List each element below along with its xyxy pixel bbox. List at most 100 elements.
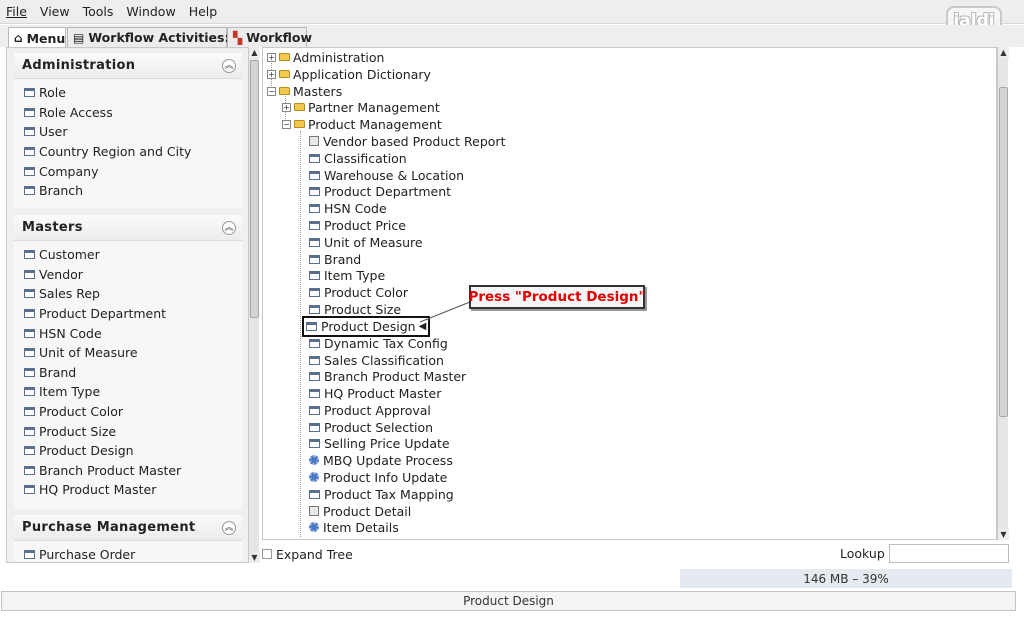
window-icon (24, 250, 35, 260)
tab-menu[interactable]: ⌂ Menu (8, 27, 66, 48)
menu-tools[interactable]: Tools (83, 4, 114, 19)
collapse-icon[interactable]: ︽ (222, 220, 236, 235)
tree-node-product-selection[interactable]: Product Selection (309, 419, 433, 436)
tree-node-brand[interactable]: Brand (309, 251, 361, 268)
tab-workflow-activities[interactable]: ▤ Workflow Activities: 0 (67, 27, 243, 47)
process-icon (309, 472, 319, 483)
tab-workflow[interactable]: ▚ Workflow (227, 27, 312, 47)
sidebar-scrollbar[interactable]: ▲ ▼ (248, 47, 260, 563)
tree-node-product-approval[interactable]: Product Approval (309, 402, 431, 419)
tree-node-warehouse-location[interactable]: Warehouse & Location (309, 167, 464, 184)
sidebar-item-hq-product-master[interactable]: HQ Product Master (14, 480, 242, 500)
tree-node-dynamic-tax-config[interactable]: Dynamic Tax Config (309, 335, 448, 352)
window-icon (24, 186, 35, 196)
collapse-icon[interactable]: ︽ (222, 520, 236, 535)
tree-node-administration[interactable]: + Administration (267, 49, 384, 66)
menu-help[interactable]: Help (189, 4, 218, 19)
tree-node-label: Warehouse & Location (324, 167, 465, 183)
sidebar-item-brand[interactable]: Brand (14, 363, 242, 383)
tree-node-product-design[interactable]: Product Design ◀ (301, 316, 431, 337)
tree-node-label: Product Design (321, 318, 416, 334)
tree-node-selling-price-update[interactable]: Selling Price Update (309, 435, 450, 452)
section-body: Purchase Order (14, 541, 242, 562)
sidebar-item-branch-product-master[interactable]: Branch Product Master (14, 461, 242, 481)
tree-node-product-tax-mapping[interactable]: Product Tax Mapping (309, 486, 454, 503)
section-title: Administration (22, 58, 136, 73)
section-header[interactable]: Administration ︽ (14, 53, 242, 79)
tree-node-product-detail[interactable]: Product Detail (309, 503, 411, 520)
scroll-up-icon[interactable]: ▲ (249, 47, 260, 58)
sidebar-item-label: HQ Product Master (39, 482, 157, 498)
menu-window[interactable]: Window (126, 4, 175, 19)
tree-node-product-management[interactable]: − Product Management (282, 116, 442, 133)
section-header[interactable]: Purchase Management ︽ (14, 515, 242, 541)
tree-node-classification[interactable]: Classification (309, 150, 407, 167)
menu-view[interactable]: View (40, 4, 70, 19)
memory-indicator[interactable]: 146 MB – 39% (680, 569, 1012, 588)
window-icon (24, 289, 35, 299)
tree-node-product-size[interactable]: Product Size (309, 301, 401, 318)
tree-node-unit-of-measure[interactable]: Unit of Measure (309, 234, 423, 251)
sidebar-item-country-region-city[interactable]: Country Region and City (14, 142, 242, 162)
sidebar-item-sales-rep[interactable]: Sales Rep (14, 284, 242, 304)
sidebar-item-hsn-code[interactable]: HSN Code (14, 323, 242, 343)
expand-icon[interactable]: + (267, 69, 276, 79)
scroll-down-icon[interactable]: ▼ (998, 529, 1009, 540)
process-icon (309, 522, 319, 533)
tree-node-product-department[interactable]: Product Department (309, 183, 451, 200)
tree-node-hsn-code[interactable]: HSN Code (309, 200, 387, 217)
sidebar-item-label: Sales Rep (39, 286, 100, 302)
sidebar-item-branch[interactable]: Branch (14, 181, 242, 201)
window-icon (309, 304, 320, 314)
tree-node-mbq-update-process[interactable]: MBQ Update Process (309, 452, 453, 469)
tree-node-label: HSN Code (324, 200, 387, 216)
sidebar-item-user[interactable]: User (14, 122, 242, 142)
expand-icon[interactable]: + (267, 52, 276, 62)
sidebar-item-customer[interactable]: Customer (14, 245, 242, 265)
tree-node-masters[interactable]: − Masters (267, 83, 342, 100)
sidebar-item-purchase-order[interactable]: Purchase Order (14, 545, 242, 562)
sidebar-item-role-access[interactable]: Role Access (14, 103, 242, 123)
tree-node-application-dictionary[interactable]: + Application Dictionary (267, 66, 431, 83)
tree-scrollbar[interactable]: ▲ ▼ (997, 47, 1009, 540)
scrollbar-thumb[interactable] (250, 60, 259, 318)
collapse-tree-icon[interactable]: − (267, 86, 276, 96)
menu-file[interactable]: File (6, 4, 27, 19)
tree-node-vendor-based-product-report[interactable]: Vendor based Product Report (309, 133, 505, 150)
expand-icon[interactable]: + (282, 102, 291, 112)
expand-tree-label[interactable]: Expand Tree (276, 547, 353, 562)
sidebar-item-product-department[interactable]: Product Department (14, 304, 242, 324)
tree-node-product-info-update[interactable]: Product Info Update (309, 469, 447, 486)
window-icon (309, 287, 320, 297)
sidebar-item-vendor[interactable]: Vendor (14, 265, 242, 285)
sidebar-item-label: Item Type (39, 384, 101, 400)
tree-node-item-details[interactable]: Item Details (309, 519, 399, 536)
tree-node-branch-product-master[interactable]: Branch Product Master (309, 368, 466, 385)
collapse-icon[interactable]: ︽ (222, 58, 236, 73)
tree-node-sales-classification[interactable]: Sales Classification (309, 352, 444, 369)
sidebar-item-product-size[interactable]: Product Size (14, 421, 242, 441)
tree-node-hq-product-master[interactable]: HQ Product Master (309, 385, 441, 402)
collapse-tree-icon[interactable]: − (282, 119, 291, 129)
sidebar-item-product-design[interactable]: Product Design (14, 441, 242, 461)
scrollbar-thumb[interactable] (999, 87, 1008, 417)
sidebar-item-company[interactable]: Company (14, 161, 242, 181)
scroll-up-icon[interactable]: ▲ (998, 47, 1009, 58)
sidebar-item-item-type[interactable]: Item Type (14, 382, 242, 402)
scroll-down-icon[interactable]: ▼ (249, 552, 260, 563)
lookup-input[interactable] (889, 544, 1009, 563)
sidebar-item-product-color[interactable]: Product Color (14, 402, 242, 422)
sidebar-item-label: Unit of Measure (39, 345, 138, 361)
window-icon (309, 186, 320, 196)
tree-node-item-type[interactable]: Item Type (309, 267, 385, 284)
sidebar-item-role[interactable]: Role (14, 83, 242, 103)
tree-node-product-price[interactable]: Product Price (309, 217, 406, 234)
tree-node-partner-management[interactable]: + Partner Management (282, 99, 440, 116)
menu-bar: File View Tools Window Help (0, 0, 1024, 24)
sidebar-item-unit-of-measure[interactable]: Unit of Measure (14, 343, 242, 363)
section-header[interactable]: Masters ︽ (14, 215, 242, 241)
expand-tree-checkbox[interactable] (262, 549, 272, 559)
tree-node-product-color[interactable]: Product Color (309, 284, 408, 301)
tree-node-label: Product Management (308, 116, 442, 132)
tab-workflow-label: Workflow (246, 30, 313, 45)
